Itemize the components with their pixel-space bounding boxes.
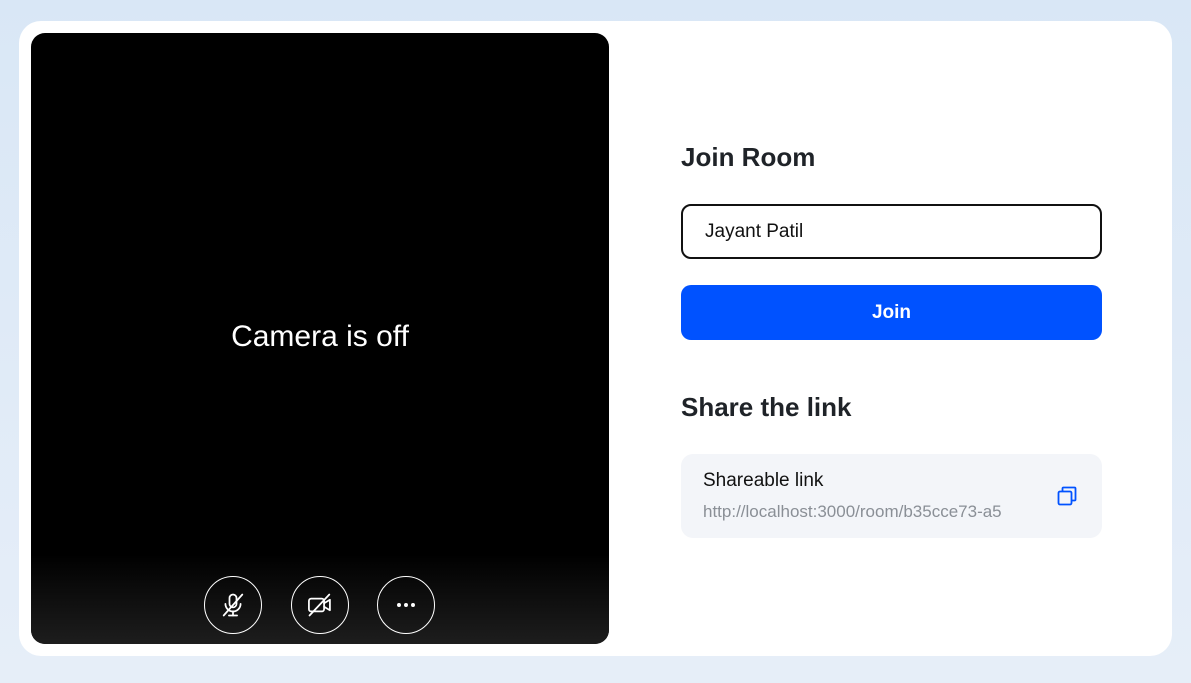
shareable-link-label: Shareable link [703, 470, 824, 491]
more-horizontal-icon [397, 603, 415, 607]
mic-toggle-button[interactable] [204, 576, 262, 634]
copy-link-button[interactable] [1053, 482, 1081, 510]
copy-icon [1057, 486, 1077, 506]
shareable-link-box: Shareable link http://localhost:3000/roo… [681, 454, 1102, 538]
mic-off-icon [222, 593, 244, 617]
more-options-button[interactable] [377, 576, 435, 634]
camera-preview: Camera is off [31, 33, 609, 644]
camera-off-text: Camera is off [231, 320, 409, 353]
join-button[interactable]: Join [681, 285, 1102, 340]
video-off-icon [308, 593, 331, 617]
shareable-link-url[interactable]: http://localhost:3000/room/b35cce73-a5 [703, 502, 1029, 522]
share-link-heading: Share the link [681, 392, 852, 422]
camera-toggle-button[interactable] [291, 576, 349, 634]
display-name-input[interactable] [681, 204, 1102, 259]
join-room-heading: Join Room [681, 142, 816, 172]
